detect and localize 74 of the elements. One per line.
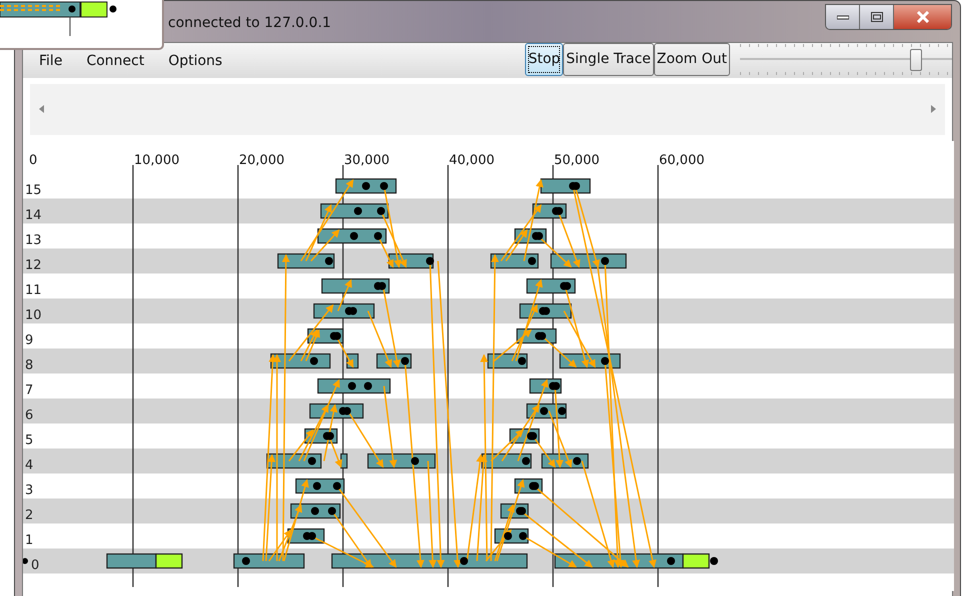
event-dot [528,257,536,265]
row-label: 0 [31,558,40,573]
tick-label: 0 [29,153,38,168]
event-dot [374,232,382,240]
row-label: 3 [25,483,34,498]
event-dot [504,532,512,540]
row-label: 8 [25,358,34,373]
event-dot [522,457,530,465]
row-label: 15 [25,183,42,198]
event-dot [573,457,581,465]
tick-label: 20,000 [239,153,284,168]
toolbar-button[interactable]: Single Trace [563,43,654,76]
row-label: 10 [25,308,42,323]
row-label: 5 [25,433,34,448]
event-dot [401,357,409,365]
event-dot [710,557,718,565]
row-label: 6 [25,408,34,423]
event-dot [328,507,336,515]
event-dot [311,507,319,515]
maximize-icon [870,12,882,22]
event-dot [460,557,468,565]
event-dot [350,232,358,240]
tick-label: 10,000 [134,153,180,168]
row-label: 1 [25,533,34,548]
row-label: 2 [25,508,34,523]
minimize-icon [836,14,848,20]
arrow [337,279,352,312]
minimize-button[interactable] [826,5,860,29]
event-dot [362,182,370,190]
event-dot [601,257,609,265]
row-label: 14 [25,208,42,223]
event-dot [411,457,419,465]
event-dot [308,457,316,465]
event-dot [313,482,321,490]
slider-thumb[interactable] [910,49,922,71]
event-dot [310,357,318,365]
event-dot [601,357,609,365]
span-bar [340,453,348,469]
tick-label: 30,000 [344,153,390,168]
event-dot [364,382,372,390]
event-dot [333,482,341,490]
span-bar [233,553,305,569]
event-dot [380,182,388,190]
row-label: 13 [25,233,42,248]
row-label: 9 [25,333,34,348]
toolbar-button[interactable]: Zoom Out [654,43,730,76]
menu-item[interactable]: Connect [74,47,156,75]
event-dot [518,357,526,365]
event-dot [667,557,675,565]
close-button[interactable] [894,5,951,29]
close-icon [916,11,930,23]
tick-label: 40,000 [449,153,494,168]
scroll-right-icon[interactable] [931,105,936,113]
event-dot [348,382,356,390]
event-dot [558,407,566,415]
event-dot [354,207,362,215]
event-dot [377,207,385,215]
event-dot [242,557,250,565]
event-dot [325,257,333,265]
window-title: connected to 127.0.0.1 [168,14,332,33]
row-label: 12 [25,258,42,273]
row-label: 4 [25,458,34,473]
row-label: 11 [25,283,42,298]
toolbar-button[interactable]: Stop [525,43,564,76]
tick-label: 60,000 [659,153,704,168]
menu-item[interactable]: Options [156,47,234,75]
maximize-button[interactable] [860,5,894,29]
row-label: 7 [25,383,34,398]
event-dot [426,257,434,265]
tick-label: 50,000 [554,153,600,168]
event-dot [519,532,527,540]
scroll-left-icon[interactable] [39,105,44,113]
event-dot [540,407,548,415]
menu-item[interactable]: File [27,47,74,75]
